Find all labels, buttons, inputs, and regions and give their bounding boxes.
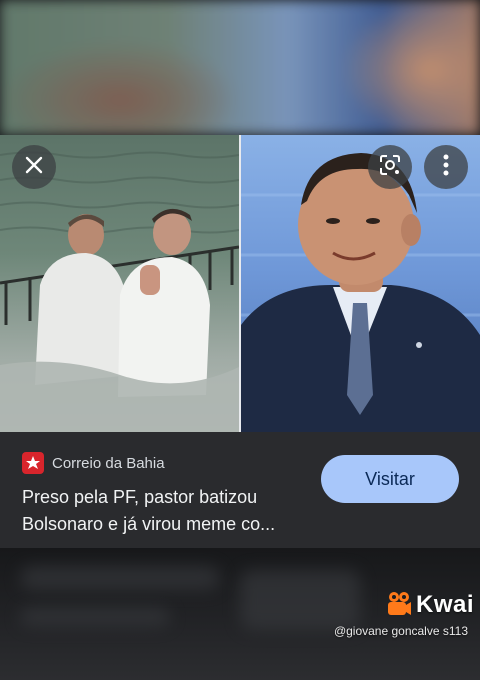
google-lens-button[interactable] [368, 145, 412, 189]
more-vert-icon [443, 154, 449, 181]
source-name[interactable]: Correio da Bahia [52, 455, 165, 472]
source-logo-icon [22, 452, 44, 474]
google-lens-icon [379, 154, 401, 181]
kwai-watermark-name: Kwai [416, 591, 475, 618]
visit-button[interactable]: Visitar [321, 455, 459, 503]
result-headline[interactable]: Preso pela PF, pastor batizou Bolsonaro … [22, 484, 312, 538]
blurred-content [20, 608, 170, 626]
blurred-content [20, 566, 220, 590]
close-icon [24, 155, 44, 180]
close-button[interactable] [12, 145, 56, 189]
blurred-content [240, 570, 360, 630]
more-options-button[interactable] [424, 145, 468, 189]
kwai-watermark-handle: @giovane goncalve s113 [333, 624, 468, 638]
background-dim [0, 0, 480, 135]
kwai-logo-icon [386, 590, 412, 618]
